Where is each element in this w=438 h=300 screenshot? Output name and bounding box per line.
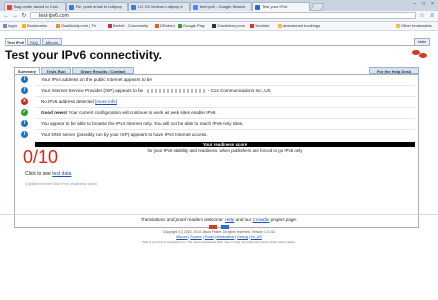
readiness-score-header: Your readiness score (35, 142, 415, 147)
result-row: i You appear to be able to browse the IP… (17, 120, 417, 128)
updated-note: (Updated server side IPv6 readiness stat… (25, 182, 97, 186)
more-info-link[interactable]: [more info] (95, 99, 117, 104)
result-row: i Your IPv4 address on the public Intern… (17, 76, 417, 84)
row-divider (35, 96, 415, 97)
browser-tab-4[interactable]: test ipv6 - Google Search (190, 2, 252, 11)
forward-icon[interactable]: → (11, 12, 19, 20)
browser-tab-3[interactable]: LG G3 Verizon Lollipop d (128, 2, 190, 11)
page-content: Test IPv6 FAQ Mirrors stats Test your IP… (0, 31, 438, 300)
page-title: Test your IPv6 connectivity. (5, 48, 162, 62)
address-bar-row: ← → ↻ test-ipv6.com ☆ ≡ (0, 11, 438, 22)
bookmarks-bar: Apps Bookmarks GasBuddy.com | Th Bertell… (0, 22, 438, 31)
forum-icon (131, 5, 136, 10)
bookmark-item[interactable]: abandoned bookings (278, 22, 320, 30)
row-divider (35, 129, 415, 130)
bookmark-item[interactable]: Google Play (178, 22, 205, 30)
new-tab-button[interactable] (310, 3, 325, 11)
footer-link-debug[interactable]: Debug (237, 235, 248, 239)
back-icon[interactable]: ← (2, 12, 10, 20)
result-row: i Your DNS server (possibly run by your … (17, 131, 417, 139)
redacted-text (146, 88, 205, 93)
close-icon[interactable]: × (428, 1, 437, 7)
forum-icon (69, 5, 74, 10)
bookmark-apps[interactable]: Apps (3, 22, 17, 30)
subtab-summary[interactable]: Summary (14, 67, 40, 74)
error-icon: x (21, 98, 28, 105)
browser-tab-2[interactable]: Re: push email in Lollipop (66, 2, 128, 11)
bookmark-item[interactable]: Bertell - Community (108, 22, 148, 30)
footer-link-email[interactable]: Email (205, 235, 214, 239)
tab-faq[interactable]: FAQ (27, 38, 41, 45)
footer-link-attributions[interactable]: Attributions (216, 235, 234, 239)
info-icon: i (21, 131, 28, 138)
bookmark-item[interactable]: Youtube (250, 22, 270, 30)
bookmark-item[interactable]: Bookmarks (22, 22, 47, 30)
mirror-note: This is a mirror of test-ipv6.com. The v… (142, 240, 296, 244)
browser-tab-active[interactable]: Test your IPv6 (252, 2, 310, 11)
result-row: i Your Internet Service Provider (ISP) a… (17, 87, 417, 95)
row-divider (35, 107, 415, 108)
row-divider (35, 118, 415, 119)
bookmark-item[interactable]: Crackberry.com (212, 22, 245, 30)
subtab-share-results[interactable]: Share Results / Contact (72, 67, 134, 74)
tab-mirrors[interactable]: Mirrors (42, 38, 62, 45)
translations-line: Translations and proof readers welcome: … (140, 217, 298, 222)
result-row: ✓ Good news! Your current configuration … (21, 109, 217, 116)
maximize-icon[interactable]: □ (419, 1, 428, 7)
footer-link-mirrors[interactable]: Mirrors (176, 235, 187, 239)
star-icon[interactable]: ☆ (418, 12, 426, 20)
ipv6-icon (255, 5, 260, 10)
help-link[interactable]: Help (225, 217, 234, 222)
nav-divider (5, 45, 429, 46)
flag-icon (208, 225, 217, 229)
summary-panel: i Your IPv4 address on the public Intern… (14, 74, 419, 228)
bookmark-other[interactable]: Other bookmarks (396, 22, 432, 30)
test-data-link[interactable]: test data (52, 171, 71, 177)
result-row: x No IPv6 address detected [more info] (17, 98, 417, 106)
reload-icon[interactable]: ↻ (20, 12, 28, 20)
browser-tab-bar: Bag under sword to Corc Re: push email i… (0, 0, 438, 11)
footer-link-source[interactable]: Source (190, 235, 201, 239)
google-icon (193, 5, 198, 10)
help-desk-button[interactable]: For the Help Desk (369, 67, 419, 74)
info-icon: i (21, 120, 28, 127)
info-icon: i (21, 87, 28, 94)
url-input[interactable]: test-ipv6.com (30, 12, 416, 19)
mail-icon (7, 5, 12, 10)
footer: Translations and proof readers welcome: … (0, 215, 438, 245)
menu-icon[interactable]: ≡ (428, 12, 436, 20)
crowdin-link[interactable]: Crowdin (253, 217, 270, 222)
row-divider (35, 85, 415, 86)
flag-icon (419, 53, 427, 58)
bookmark-item[interactable]: DRobed (155, 22, 175, 30)
footer-link-locale[interactable]: en_US (251, 235, 262, 239)
checkmark-icon: ✓ (21, 109, 28, 116)
score-description: for your IPv6 stability and readiness, w… (147, 148, 303, 153)
bookmark-item[interactable]: GasBuddy.com | Th (56, 22, 96, 30)
info-icon: i (21, 76, 28, 83)
test-data-line: Click to see test data (25, 171, 72, 177)
browser-tab-1[interactable]: Bag under sword to Corc (4, 2, 66, 11)
minimize-icon[interactable]: – (410, 1, 419, 7)
stats-link[interactable]: stats (414, 38, 430, 46)
tab-test-ipv6[interactable]: Test IPv6 (5, 38, 26, 45)
language-flags[interactable] (412, 50, 430, 59)
subtab-tests-run[interactable]: Tests Run (41, 67, 71, 74)
flag-icon (221, 225, 230, 229)
